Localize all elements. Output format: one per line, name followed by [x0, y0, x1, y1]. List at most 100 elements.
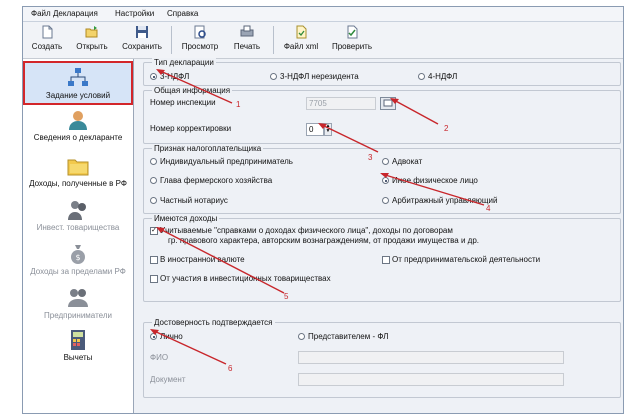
radio-label: Глава фермерского хозяйства: [160, 176, 273, 185]
open-button[interactable]: Открыть: [73, 23, 111, 57]
fio-label: ФИО: [150, 353, 169, 362]
radio-arbitration-manager[interactable]: [382, 197, 389, 204]
menu-declaration[interactable]: Декларация: [53, 9, 98, 18]
menu-help[interactable]: Справка: [167, 9, 198, 18]
main-panel: Тип декларации 3-НДФЛ 3-НДФЛ нерезидента…: [135, 58, 623, 413]
create-label: Создать: [31, 42, 63, 51]
radio-individual-entrepreneur[interactable]: [150, 158, 157, 165]
group-title: Достоверность подтверждается: [152, 318, 275, 327]
radio-label: Арбитражный управляющий: [392, 196, 498, 205]
print-button[interactable]: Печать: [229, 23, 265, 57]
declaration-type-group: Тип декларации 3-НДФЛ 3-НДФЛ нерезидента…: [143, 58, 621, 86]
radio-label: Лично: [160, 332, 183, 341]
handshake-icon: [68, 289, 88, 307]
radio-label: 3-НДФЛ: [160, 72, 190, 81]
check-button[interactable]: Проверить: [327, 23, 377, 57]
annotation-number-6: 6: [228, 364, 233, 373]
annotation-number-3: 3: [368, 153, 373, 162]
xml-file-button[interactable]: Файл xml: [279, 23, 323, 57]
menu-settings[interactable]: Настройки: [115, 9, 154, 18]
folders-icon: [67, 159, 89, 176]
sidebar-item-label: Инвест. товарищества: [36, 223, 120, 232]
check-document-icon: [347, 25, 358, 39]
radio-3ndfl[interactable]: [150, 73, 157, 80]
document-field[interactable]: [298, 373, 564, 386]
check-label: Проверить: [331, 42, 372, 51]
sidebar: Задание условий Сведения о декларанте До…: [23, 59, 134, 413]
radio-4ndfl[interactable]: [418, 73, 425, 80]
person-icon: [69, 111, 87, 130]
radio-label: Иное физическое лицо: [392, 176, 478, 185]
checkbox-investment-partnerships[interactable]: [150, 275, 158, 283]
checkbox-label: В иностранной валюте: [160, 255, 245, 264]
printer-icon: [240, 25, 254, 37]
group-title: Имеются доходы: [152, 214, 220, 223]
sidebar-item-income-rf[interactable]: Доходы, полученные в РФ: [23, 155, 133, 188]
radio-personally[interactable]: [150, 333, 157, 340]
inspection-lookup-button[interactable]: [380, 97, 396, 110]
preview-label: Просмотр: [181, 42, 219, 51]
correction-number-field[interactable]: 0: [306, 123, 324, 136]
radio-notary[interactable]: [150, 197, 157, 204]
inspection-number-field[interactable]: 7705: [306, 97, 376, 110]
toolbar-separator: [273, 26, 274, 54]
tree-structure-icon: [68, 68, 88, 86]
sidebar-item-foreign-income[interactable]: $ Доходы за пределами РФ: [23, 243, 133, 276]
checkbox-foreign-currency[interactable]: [150, 256, 158, 264]
annotation-number-2: 2: [444, 124, 449, 133]
radio-lawyer[interactable]: [382, 158, 389, 165]
checkbox-business-activity[interactable]: [382, 256, 390, 264]
preview-button[interactable]: Просмотр: [177, 23, 223, 57]
create-button[interactable]: Создать: [29, 23, 65, 57]
sidebar-item-entrepreneurs[interactable]: Предприниматели: [23, 287, 133, 320]
lookup-icon: [383, 99, 393, 107]
sidebar-item-label: Доходы, полученные в РФ: [29, 179, 127, 188]
menu-file[interactable]: Файл: [31, 9, 51, 18]
sidebar-item-conditions[interactable]: Задание условий: [23, 61, 133, 105]
new-document-icon: [42, 25, 53, 39]
checkbox-label: Учитываемые "справками о доходах физичес…: [160, 226, 453, 235]
floppy-disk-icon: [136, 26, 148, 38]
sidebar-item-deductions[interactable]: Вычеты: [23, 329, 133, 362]
fio-field[interactable]: [298, 351, 564, 364]
general-info-group: Общая информация Номер инспекции 7705 Но…: [143, 86, 621, 144]
radio-label: Представителем - ФЛ: [308, 332, 389, 341]
correction-label: Номер корректировки: [150, 124, 232, 133]
checkbox-label-continued: гр. правового характера, авторским возна…: [168, 236, 479, 245]
menu-bar: Файл Декларация Настройки Справка: [23, 7, 623, 22]
sidebar-item-label: Задание условий: [45, 91, 111, 100]
sidebar-item-label: Сведения о декларанте: [33, 133, 123, 142]
save-button[interactable]: Сохранить: [119, 23, 165, 57]
radio-label: 3-НДФЛ нерезидента: [280, 72, 359, 81]
group-title: Тип декларации: [152, 58, 216, 67]
preview-icon: [194, 25, 206, 39]
correction-spinner[interactable]: ▲ ▼: [324, 123, 332, 136]
income-group: Имеются доходы ✓ Учитываемые "справками …: [143, 214, 621, 302]
money-bag-icon: $: [71, 245, 85, 264]
sidebar-item-declarant[interactable]: Сведения о декларанте: [23, 109, 133, 142]
group-title: Признак налогоплательщика: [152, 144, 264, 153]
radio-3ndfl-nonresident[interactable]: [270, 73, 277, 80]
group-title: Общая информация: [152, 86, 233, 95]
calculator-icon: [71, 330, 85, 350]
open-label: Открыть: [76, 42, 108, 51]
document-label: Документ: [150, 375, 186, 384]
xml-file-label: Файл xml: [283, 42, 319, 51]
checkbox-certificate-income[interactable]: ✓: [150, 227, 158, 235]
checkbox-label: От предпринимательской деятельности: [392, 255, 541, 264]
confirmation-group: Достоверность подтверждается Лично Предс…: [143, 318, 621, 398]
inspection-label: Номер инспекции: [150, 98, 216, 107]
taxpayer-group: Признак налогоплательщика Индивидуальный…: [143, 144, 621, 214]
toolbar: Создать Открыть Сохранить Просмотр Печат…: [23, 22, 623, 59]
toolbar-separator: [171, 26, 172, 54]
radio-farm-head[interactable]: [150, 177, 157, 184]
annotation-number-5: 5: [284, 292, 289, 301]
radio-other-individual[interactable]: [382, 177, 389, 184]
radio-representative[interactable]: [298, 333, 305, 340]
annotation-number-4: 4: [486, 204, 491, 213]
open-folder-icon: [85, 26, 98, 38]
sidebar-item-invest-partnerships[interactable]: Инвест. товарищества: [23, 199, 133, 232]
radio-label: Адвокат: [392, 157, 423, 166]
checkbox-label: От участия в инвестиционных товарищества…: [160, 274, 331, 283]
application-window: Файл Декларация Настройки Справка Создат…: [22, 6, 624, 414]
